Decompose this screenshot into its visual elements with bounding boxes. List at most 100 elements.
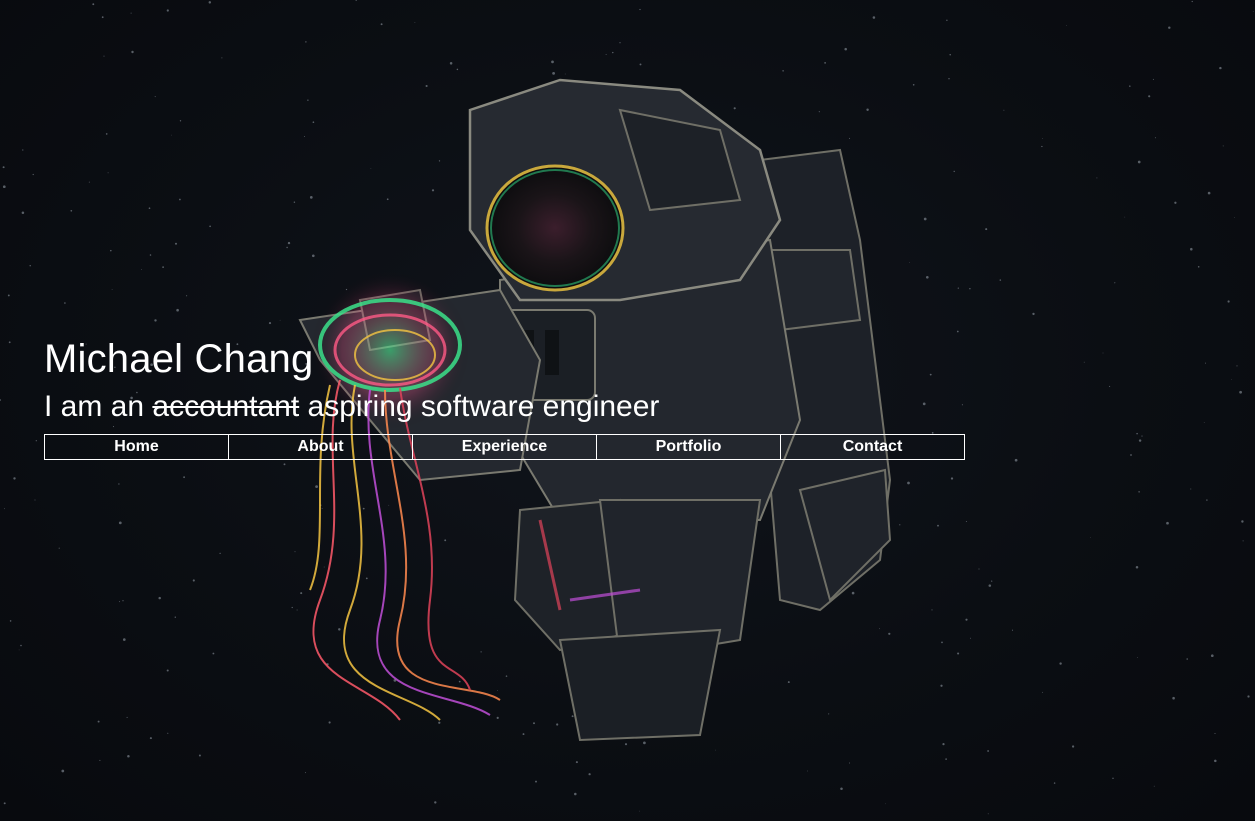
star: [99, 759, 101, 761]
star: [122, 638, 126, 641]
star: [1152, 78, 1154, 80]
star: [167, 732, 169, 734]
nav-item-experience[interactable]: Experience: [412, 434, 597, 460]
star: [987, 813, 989, 815]
star: [1124, 216, 1126, 218]
star: [956, 330, 959, 333]
star: [505, 675, 508, 677]
star: [183, 476, 185, 479]
star: [1089, 536, 1091, 538]
star: [957, 652, 960, 655]
nav-item-home[interactable]: Home: [44, 434, 229, 460]
star: [1214, 732, 1216, 735]
star: [638, 810, 640, 812]
star: [304, 772, 306, 774]
star: [70, 209, 73, 212]
star: [987, 750, 989, 752]
star: [283, 463, 286, 466]
tagline: I am an accountant aspiring software eng…: [44, 388, 1004, 426]
star: [32, 173, 34, 176]
star: [957, 287, 959, 289]
star: [1219, 66, 1222, 70]
star: [296, 609, 298, 611]
star: [1065, 25, 1067, 26]
star: [844, 47, 847, 51]
star: [174, 242, 178, 245]
star: [174, 616, 176, 618]
star: [999, 279, 1002, 281]
star: [1137, 160, 1141, 164]
main-nav: Home About Experience Portfolio Contact: [44, 434, 969, 460]
star: [522, 733, 525, 736]
star: [1239, 390, 1242, 394]
star: [7, 294, 10, 297]
star: [365, 577, 368, 580]
star: [35, 440, 37, 442]
star: [388, 504, 390, 506]
star: [480, 651, 482, 653]
star: [574, 792, 577, 796]
star: [1129, 85, 1131, 87]
star: [840, 787, 843, 791]
star: [1203, 422, 1205, 423]
nav-item-about[interactable]: About: [228, 434, 413, 460]
star: [988, 584, 992, 587]
star: [118, 483, 120, 485]
star: [192, 579, 195, 582]
star: [782, 70, 784, 72]
star: [0, 399, 1, 401]
star: [21, 211, 25, 215]
star: [431, 189, 435, 192]
star: [171, 134, 172, 136]
star: [338, 628, 341, 631]
star: [941, 641, 943, 644]
star: [305, 41, 307, 43]
star: [1102, 352, 1104, 354]
star: [4, 508, 6, 510]
star: [140, 268, 142, 270]
star: [556, 723, 559, 726]
nav-item-contact[interactable]: Contact: [780, 434, 965, 460]
star: [323, 566, 325, 568]
star: [130, 12, 132, 14]
star: [291, 606, 293, 609]
star: [105, 133, 108, 135]
star: [303, 136, 305, 137]
star: [1014, 458, 1018, 462]
star: [386, 198, 389, 201]
star: [1136, 432, 1138, 435]
star: [149, 737, 152, 740]
star: [126, 716, 128, 718]
star: [107, 172, 109, 174]
star: [1071, 745, 1075, 748]
star: [311, 254, 315, 258]
star: [307, 99, 309, 101]
star: [1154, 137, 1156, 139]
star: [879, 628, 880, 630]
star: [1011, 629, 1014, 631]
star: [154, 96, 156, 98]
star: [444, 539, 447, 542]
star: [940, 684, 943, 687]
star: [849, 762, 850, 764]
star: [1083, 361, 1085, 363]
star: [866, 108, 869, 111]
star: [978, 568, 980, 570]
star: [1042, 691, 1044, 693]
star: [154, 319, 157, 322]
star: [1135, 565, 1139, 569]
nav-item-portfolio[interactable]: Portfolio: [596, 434, 781, 460]
star: [639, 8, 641, 11]
star: [61, 769, 65, 773]
star: [588, 773, 591, 776]
star: [119, 601, 121, 603]
star: [1230, 378, 1232, 380]
star: [1247, 695, 1250, 698]
star: [362, 507, 365, 510]
star: [818, 111, 820, 113]
star: [969, 288, 971, 290]
star: [923, 217, 927, 221]
star: [158, 596, 161, 600]
star: [1032, 312, 1035, 316]
star: [198, 754, 201, 757]
